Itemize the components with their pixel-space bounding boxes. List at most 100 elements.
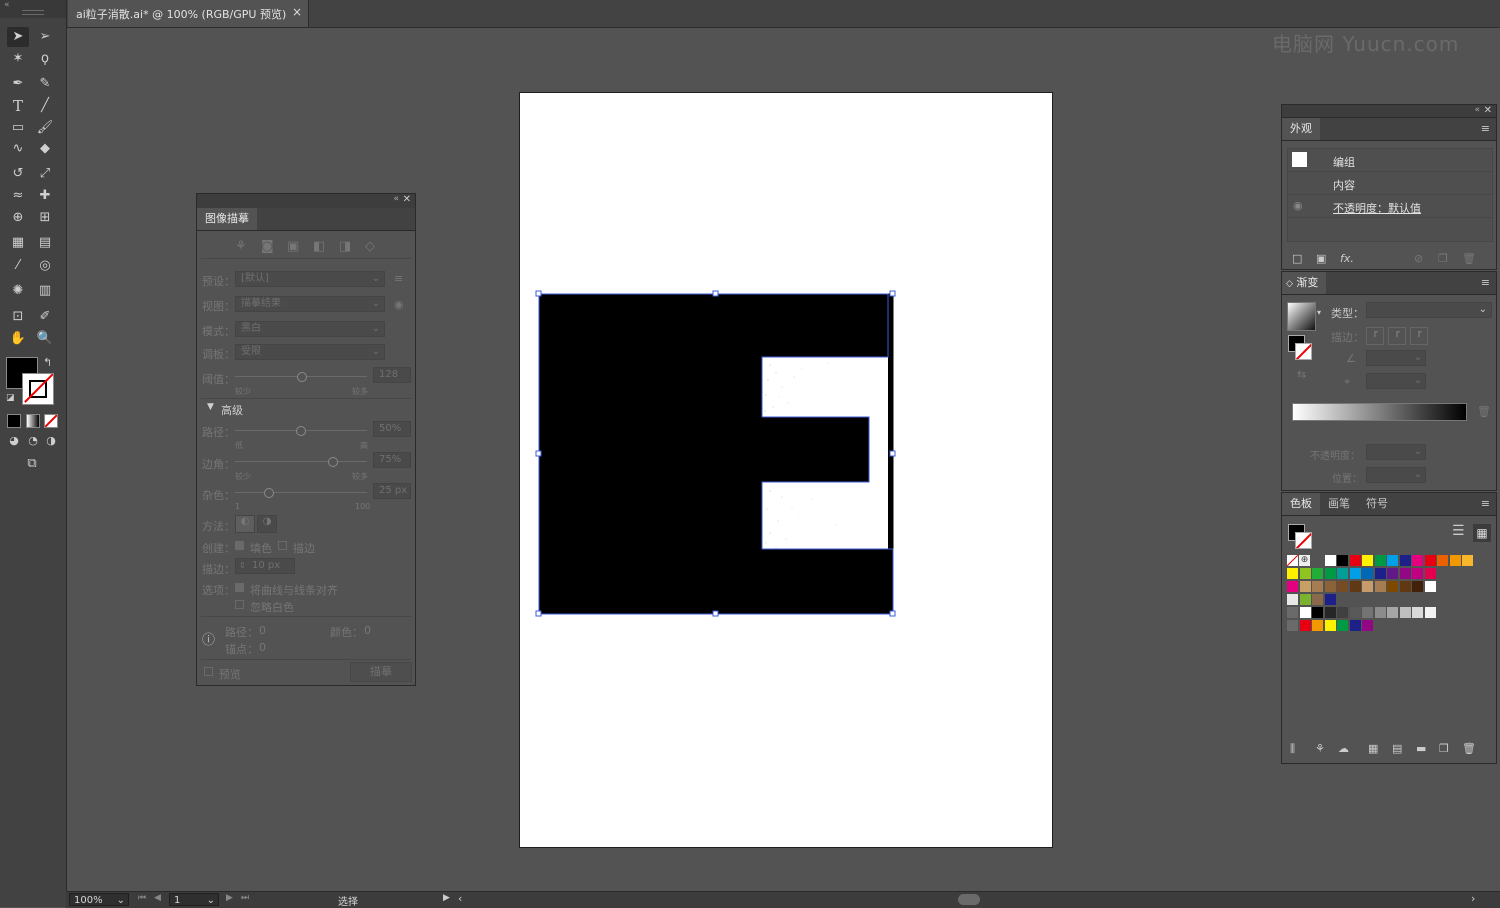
preset-menu-icon[interactable]: ≡ bbox=[394, 272, 403, 285]
color-mode-icon[interactable] bbox=[7, 414, 21, 428]
palette-dropdown[interactable]: 受限 ⌄ bbox=[235, 344, 385, 360]
tab-brushes[interactable]: 画笔 bbox=[1320, 493, 1358, 515]
grid-view-icon[interactable]: ▦ bbox=[1473, 524, 1491, 542]
add-stroke-icon[interactable]: □ bbox=[1292, 252, 1302, 265]
none-swatch[interactable] bbox=[1287, 555, 1298, 566]
color-swatch[interactable] bbox=[1374, 581, 1386, 592]
swatch-libraries-icon[interactable]: ⫼ bbox=[1290, 742, 1295, 756]
shaper-tool-icon[interactable]: ∿ bbox=[7, 139, 29, 159]
appearance-row[interactable]: ◉ 不透明度：默认值 bbox=[1288, 195, 1492, 218]
reverse-gradient-icon[interactable]: ⇆ bbox=[1297, 368, 1306, 381]
opacity-input[interactable]: ⌄ bbox=[1366, 444, 1426, 460]
color-swatch[interactable] bbox=[1299, 620, 1311, 631]
pen-tool-icon[interactable]: ✒ bbox=[7, 74, 29, 94]
swatch-stroke-indicator[interactable] bbox=[1295, 532, 1312, 549]
color-swatch[interactable] bbox=[1387, 568, 1398, 579]
horizontal-scrollbar-thumb[interactable] bbox=[958, 894, 980, 905]
tab-symbols[interactable]: 符号 bbox=[1358, 493, 1396, 515]
threshold-knob[interactable] bbox=[297, 372, 307, 382]
color-swatch[interactable] bbox=[1337, 620, 1348, 631]
direct-selection-tool-icon[interactable]: ➢ bbox=[34, 27, 56, 47]
color-swatch[interactable] bbox=[1337, 581, 1348, 592]
status-menu-icon[interactable]: ▶ bbox=[443, 893, 450, 903]
shape-builder-tool-icon[interactable]: ⊕ bbox=[7, 208, 29, 228]
scroll-left-icon[interactable]: ‹ bbox=[458, 892, 462, 905]
high-color-icon[interactable]: ◙ bbox=[261, 239, 274, 254]
color-swatch[interactable] bbox=[1374, 607, 1386, 618]
color-swatch[interactable] bbox=[1362, 568, 1373, 579]
abutting-method-icon[interactable]: ◐ bbox=[235, 515, 255, 533]
appearance-row[interactable]: 编组 bbox=[1288, 149, 1492, 172]
artboard-tool-icon[interactable]: ⊡ bbox=[7, 307, 29, 327]
add-fill-icon[interactable]: ▣ bbox=[1316, 252, 1326, 265]
gradient-tool-icon[interactable]: ▤ bbox=[34, 233, 56, 253]
eyedropper-tool-icon[interactable]: ⁄ bbox=[7, 256, 29, 276]
color-swatch[interactable] bbox=[1424, 555, 1436, 566]
color-swatch[interactable] bbox=[1299, 581, 1311, 592]
color-swatch[interactable] bbox=[1374, 555, 1386, 566]
low-color-icon[interactable]: ▣ bbox=[287, 239, 299, 254]
color-swatch[interactable] bbox=[1374, 568, 1386, 579]
color-swatch[interactable] bbox=[1362, 581, 1373, 592]
color-swatch[interactable] bbox=[1412, 568, 1423, 579]
color-swatch[interactable] bbox=[1424, 607, 1436, 618]
panel-menu-icon[interactable]: ≡ bbox=[1481, 497, 1490, 510]
gradient-stroke-swatch[interactable] bbox=[1295, 343, 1312, 360]
color-swatch[interactable] bbox=[1349, 620, 1361, 631]
cloud-icon[interactable]: ☁ bbox=[1338, 742, 1349, 755]
collapse-icon[interactable]: « bbox=[393, 194, 399, 204]
tab-image-trace[interactable]: 图像描摹 bbox=[197, 208, 257, 230]
color-group-icon[interactable]: ▤ bbox=[1392, 742, 1402, 755]
color-swatch[interactable] bbox=[1362, 607, 1373, 618]
stroke-color-swatch[interactable] bbox=[22, 373, 54, 405]
eraser-tool-icon[interactable]: ◆ bbox=[34, 139, 56, 159]
gradient-mode-icon[interactable] bbox=[26, 414, 40, 428]
rectangle-tool-icon[interactable]: ▭ bbox=[7, 118, 29, 138]
close-icon[interactable]: × bbox=[292, 5, 302, 19]
corners-input[interactable]: 75% bbox=[373, 452, 411, 468]
swap-fill-stroke-icon[interactable]: ↰ bbox=[43, 356, 52, 369]
noise-knob[interactable] bbox=[264, 488, 274, 498]
artboard-number-dropdown[interactable]: 1 ⌄ bbox=[169, 893, 219, 906]
ignore-white-checkbox[interactable] bbox=[235, 600, 244, 609]
overlapping-method-icon[interactable]: ◑ bbox=[257, 515, 277, 533]
auto-color-icon[interactable]: ⚘ bbox=[235, 239, 247, 254]
corners-knob[interactable] bbox=[328, 457, 338, 467]
puppet-warp-tool-icon[interactable]: ✚ bbox=[34, 186, 56, 206]
scale-tool-icon[interactable]: ⤢ bbox=[34, 164, 56, 184]
lasso-tool-icon[interactable]: ϙ bbox=[34, 49, 56, 69]
appearance-row[interactable]: 内容 bbox=[1288, 172, 1492, 195]
slice-tool-icon[interactable]: ✐ bbox=[34, 307, 56, 327]
draw-inside-icon[interactable]: ◑ bbox=[40, 431, 62, 451]
registration-swatch[interactable]: ⊕ bbox=[1299, 555, 1310, 566]
previous-artboard-icon[interactable]: ◀ bbox=[154, 893, 161, 903]
black-white-icon[interactable]: ◨ bbox=[339, 239, 351, 254]
position-input[interactable]: ⌄ bbox=[1366, 467, 1426, 483]
color-swatch[interactable] bbox=[1387, 555, 1398, 566]
artwork-group[interactable] bbox=[530, 285, 910, 625]
color-swatch[interactable] bbox=[1424, 581, 1436, 592]
color-swatch[interactable] bbox=[1337, 568, 1348, 579]
duplicate-item-icon[interactable]: ❐ bbox=[1438, 252, 1448, 265]
snap-curves-checkbox[interactable] bbox=[235, 583, 244, 592]
paths-input[interactable]: 50% bbox=[373, 421, 411, 437]
panel-menu-icon[interactable]: ≡ bbox=[1481, 276, 1490, 289]
selection-tool-icon[interactable]: ➤ bbox=[7, 27, 29, 47]
color-swatch[interactable] bbox=[1349, 555, 1361, 566]
color-swatch[interactable] bbox=[1399, 555, 1411, 566]
color-swatch[interactable] bbox=[1437, 555, 1448, 566]
color-swatch[interactable] bbox=[1462, 555, 1473, 566]
color-swatch[interactable] bbox=[1324, 581, 1336, 592]
color-swatch[interactable] bbox=[1412, 555, 1423, 566]
new-swatch-icon[interactable]: ❐ bbox=[1439, 742, 1449, 755]
swatch-kind-icon[interactable]: ⚘ bbox=[1315, 742, 1325, 755]
screen-mode-icon[interactable]: ⧉ bbox=[21, 454, 43, 474]
grayscale-icon[interactable]: ◧ bbox=[313, 239, 325, 254]
tab-gradient[interactable]: ◇ 渐变 bbox=[1282, 272, 1327, 294]
stroke-across-icon[interactable]: ┏ bbox=[1410, 327, 1428, 345]
column-graph-tool-icon[interactable]: ▥ bbox=[34, 281, 56, 301]
close-icon[interactable]: ✕ bbox=[403, 194, 411, 205]
color-swatch[interactable] bbox=[1312, 568, 1323, 579]
color-swatch[interactable] bbox=[1324, 607, 1336, 618]
preset-dropdown[interactable]: [默认] ⌄ bbox=[235, 271, 385, 287]
